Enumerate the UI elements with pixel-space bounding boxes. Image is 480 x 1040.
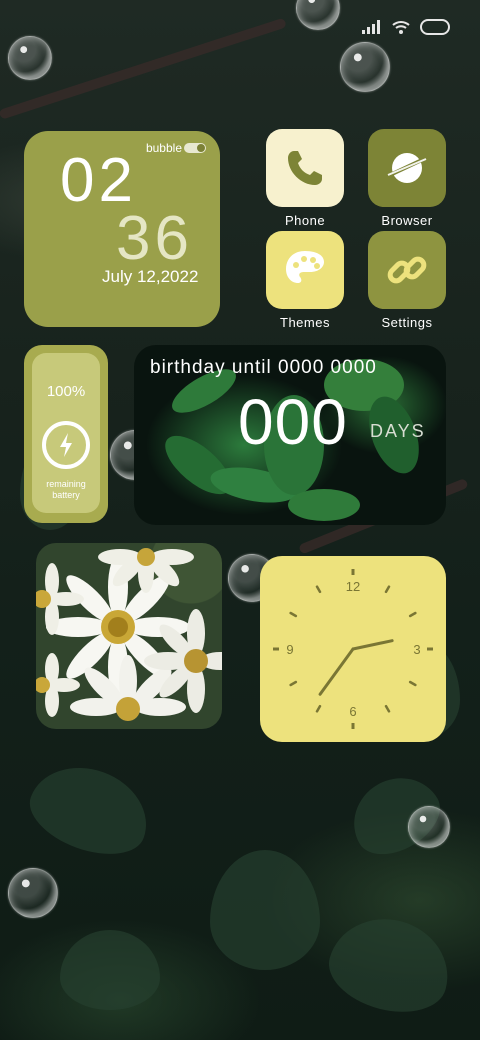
signal-icon — [362, 20, 380, 34]
clock-tick — [384, 704, 391, 713]
battery-status-icon — [420, 19, 450, 35]
clock-tick — [408, 680, 417, 687]
app-label: Settings — [381, 315, 433, 330]
palette-icon — [286, 251, 324, 283]
app-label: Phone — [284, 213, 326, 228]
daisy-image — [36, 548, 222, 721]
app-label: Themes — [280, 315, 330, 330]
battery-label: remaining battery — [46, 479, 86, 500]
clock-numeral-9: 9 — [286, 642, 293, 657]
browser-icon — [387, 153, 427, 183]
analog-clock-widget[interactable]: 12 3 6 9 — [260, 556, 446, 742]
battery-percent: 100% — [46, 383, 86, 400]
clock-tick — [315, 585, 322, 594]
app-browser[interactable]: Browser — [368, 129, 446, 228]
charging-ring — [42, 421, 90, 469]
birthday-countdown-widget[interactable]: birthday until 0000 0000 000 DAYS — [134, 345, 446, 525]
app-settings[interactable]: Settings — [368, 231, 446, 330]
clock-tick — [408, 611, 417, 618]
minute-hand — [318, 647, 355, 696]
battery-widget[interactable]: 100% remaining battery — [24, 345, 108, 523]
status-bar — [362, 18, 450, 36]
clock-numeral-12: 12 — [346, 579, 360, 594]
days-count: 000 — [238, 386, 348, 458]
app-label: Browser — [381, 213, 433, 228]
photo-widget[interactable] — [36, 543, 222, 729]
days-label: DAYS — [370, 421, 426, 441]
clock-date: July 12,2022 — [102, 267, 199, 286]
bubble[interactable] — [8, 868, 58, 918]
clock-tick — [384, 585, 391, 594]
birthday-title: birthday until 0000 0000 — [150, 357, 377, 378]
digital-clock-widget[interactable]: bubble 02 36 July 12,2022 — [24, 131, 220, 327]
clock-tick — [289, 611, 298, 618]
bubble[interactable] — [296, 0, 340, 30]
bubble-toggle-label: bubble — [145, 141, 182, 155]
phone-icon — [288, 151, 322, 185]
app-phone[interactable]: Phone — [266, 129, 344, 228]
wifi-icon — [392, 21, 410, 34]
clock-numeral-3: 3 — [413, 642, 420, 657]
bubble[interactable] — [408, 806, 450, 848]
app-themes[interactable]: Themes — [266, 231, 344, 330]
clock-numeral-6: 6 — [349, 704, 356, 719]
bubble-toggle[interactable] — [184, 143, 206, 153]
lightning-icon — [60, 433, 72, 457]
bubble[interactable] — [8, 36, 52, 80]
clock-tick — [289, 680, 298, 687]
link-icon — [387, 256, 427, 284]
clock-tick — [315, 704, 322, 713]
clock-minute: 36 — [116, 204, 193, 273]
bubble[interactable] — [340, 42, 390, 92]
hour-hand — [351, 639, 394, 651]
clock-face: 12 3 6 9 — [273, 569, 433, 729]
